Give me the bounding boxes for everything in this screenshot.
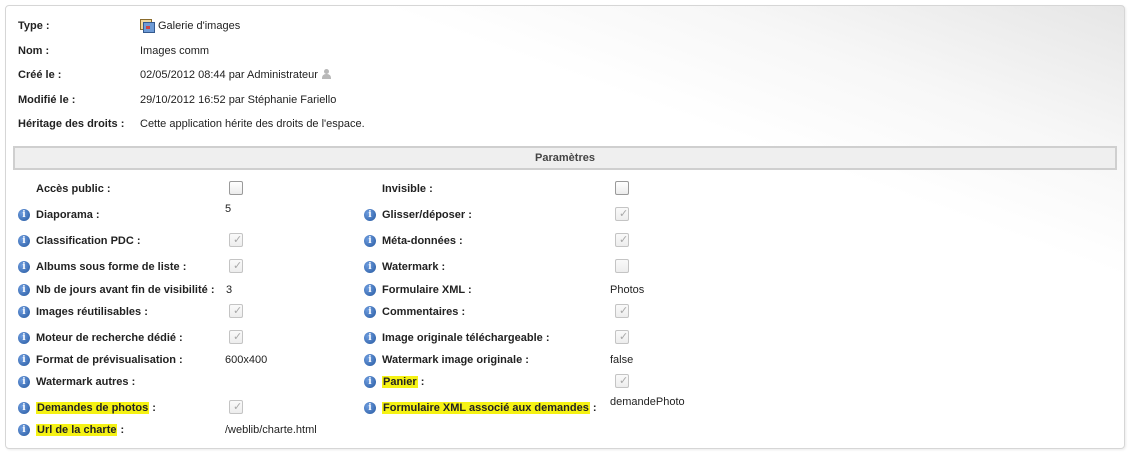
param-label: Formulaire XML associé aux demandes :: [382, 402, 597, 414]
application-info-panel: Type : Galerie d'images Nom : Images com…: [5, 5, 1125, 449]
param-row-url-de-la-charte: i Url de la charte : /weblib/charte.html: [6, 421, 1116, 439]
info-icon[interactable]: i: [364, 354, 376, 366]
param-label: Url de la charte :: [36, 424, 125, 436]
param-checkbox[interactable]: [615, 181, 629, 195]
type-value: Galerie d'images: [158, 20, 241, 32]
param-label-text: Invisible: [382, 183, 427, 195]
parameters-header: Paramètres: [13, 146, 1117, 170]
param-label: Watermark image originale :: [382, 354, 529, 366]
info-icon[interactable]: i: [364, 235, 376, 247]
param-checkbox: ✓: [615, 304, 629, 318]
info-icon[interactable]: i: [364, 402, 376, 414]
param-row-formulaire-xml: i Formulaire XML : Photos: [6, 281, 1116, 299]
param-label-text: Watermark image originale: [382, 354, 523, 366]
info-icon[interactable]: i: [364, 261, 376, 273]
param-label: Glisser/déposer :: [382, 209, 472, 221]
param-value: false: [610, 354, 634, 366]
check-icon: ✓: [619, 305, 629, 317]
param-value: demandePhoto: [610, 396, 685, 408]
param-label-text: Watermark: [382, 261, 439, 273]
param-label: Formulaire XML :: [382, 284, 472, 296]
param-checkbox: ✓: [615, 374, 629, 388]
param-checkbox: [615, 259, 629, 273]
param-label: Watermark :: [382, 261, 446, 273]
param-row-watermark-image-originale: i Watermark image originale : false: [6, 351, 1116, 369]
info-icon[interactable]: i: [364, 284, 376, 296]
param-row-invisible: Invisible :: [6, 180, 1116, 198]
param-label: Image originale téléchargeable :: [382, 332, 550, 344]
param-label-text: Panier: [382, 376, 418, 388]
check-icon: ✓: [619, 208, 629, 220]
modified-label: Modifié le :: [18, 94, 76, 106]
param-checkbox: ✓: [615, 233, 629, 247]
param-row-glisser-deposer: i Glisser/déposer : ✓: [6, 206, 1116, 224]
param-row-meta-donnees: i Méta-données : ✓: [6, 232, 1116, 250]
name-label: Nom :: [18, 45, 50, 57]
param-label: Commentaires :: [382, 306, 466, 318]
type-value-wrap: Galerie d'images: [140, 19, 240, 33]
info-icon[interactable]: i: [364, 306, 376, 318]
gallery-icon: [140, 19, 155, 33]
created-value-wrap: 02/05/2012 08:44 par Administrateur: [140, 68, 331, 82]
rights-value: Cette application hérite des droits de l…: [140, 118, 365, 130]
rights-label: Héritage des droits :: [18, 118, 125, 130]
created-label: Créé le :: [18, 69, 62, 81]
param-label: Invisible :: [382, 183, 433, 195]
type-label: Type :: [18, 20, 50, 32]
param-row-image-originale-telechargeable: i Image originale téléchargeable : ✓: [6, 329, 1116, 347]
param-checkbox: ✓: [615, 330, 629, 344]
param-label-text: Commentaires: [382, 306, 459, 318]
param-label-text: Url de la charte: [36, 424, 118, 436]
info-icon[interactable]: i: [364, 332, 376, 344]
name-value: Images comm: [140, 45, 210, 57]
param-label-text: Formulaire XML: [382, 284, 465, 296]
info-icon[interactable]: i: [18, 424, 30, 436]
check-icon: ✓: [619, 331, 629, 343]
param-checkbox: ✓: [615, 207, 629, 221]
created-value: 02/05/2012 08:44 par Administrateur: [140, 69, 318, 81]
check-icon: ✓: [619, 375, 629, 387]
info-icon[interactable]: i: [364, 376, 376, 388]
param-value: Photos: [610, 284, 645, 296]
modified-value: 29/10/2012 16:52 par Stéphanie Fariello: [140, 94, 337, 106]
param-label: Panier :: [382, 376, 425, 388]
info-icon[interactable]: i: [364, 209, 376, 221]
user-icon[interactable]: [321, 69, 331, 79]
param-row-commentaires: i Commentaires : ✓: [6, 303, 1116, 321]
check-icon: ✓: [619, 234, 629, 246]
param-label: Méta-données :: [382, 235, 463, 247]
param-row-formulaire-xml-associe-aux-demandes: i Formulaire XML associé aux demandes : de…: [6, 396, 1116, 417]
param-label-text: Image originale téléchargeable: [382, 332, 543, 344]
param-row-panier: i Panier : ✓: [6, 373, 1116, 391]
param-label-text: Méta-données: [382, 235, 456, 247]
param-label-text: Formulaire XML associé aux demandes: [382, 402, 590, 414]
param-label-text: Glisser/déposer: [382, 209, 466, 221]
param-row-watermark: i Watermark :: [6, 258, 1116, 276]
param-value: /weblib/charte.html: [225, 424, 317, 436]
